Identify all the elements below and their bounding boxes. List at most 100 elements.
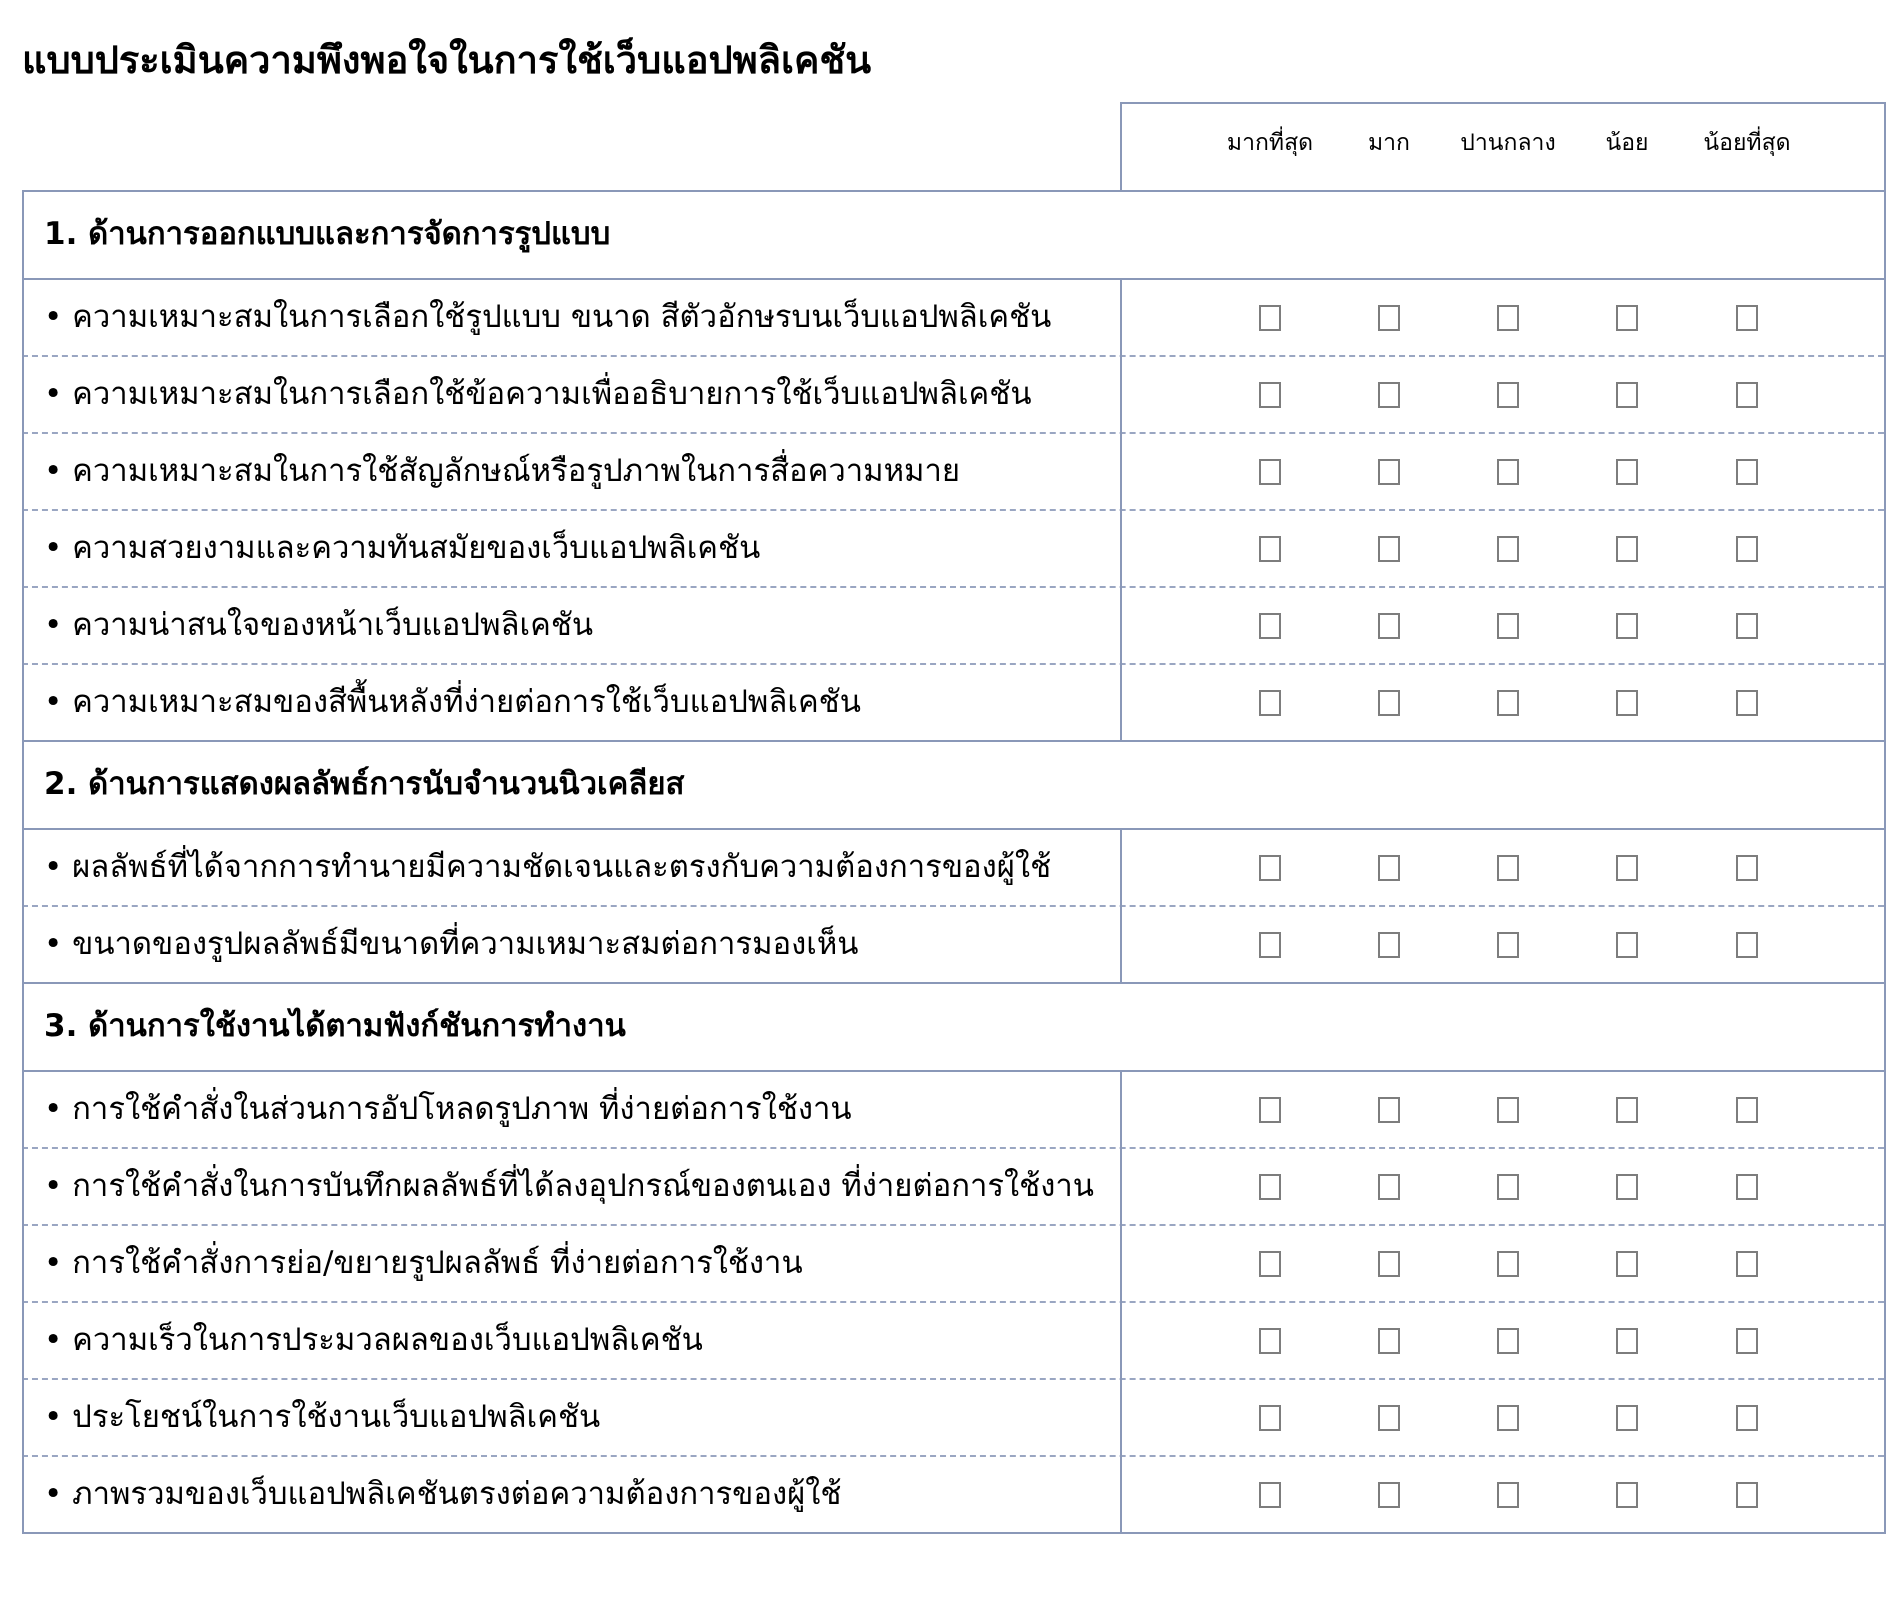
section-border bbox=[22, 278, 1886, 280]
rating-checkbox[interactable] bbox=[1378, 1404, 1400, 1431]
row-divider bbox=[22, 1301, 1884, 1303]
section-border bbox=[22, 1070, 1886, 1072]
column-split-line bbox=[1120, 828, 1122, 982]
rating-checkbox[interactable] bbox=[1378, 304, 1400, 331]
rating-checkbox[interactable] bbox=[1259, 1481, 1281, 1508]
question-label: • ความเหมาะสมในการใช้สัญลักษณ์หรือรูปภาพ… bbox=[44, 452, 961, 489]
rating-checkbox[interactable] bbox=[1378, 535, 1400, 562]
rating-checkbox[interactable] bbox=[1259, 689, 1281, 716]
table-right-border bbox=[1884, 190, 1886, 1534]
rating-checkbox[interactable] bbox=[1736, 612, 1758, 639]
rating-checkbox[interactable] bbox=[1616, 535, 1638, 562]
row-divider bbox=[22, 1378, 1884, 1380]
rating-checkbox[interactable] bbox=[1378, 381, 1400, 408]
rating-checkbox[interactable] bbox=[1259, 1173, 1281, 1200]
rating-checkbox[interactable] bbox=[1736, 1173, 1758, 1200]
rating-checkbox[interactable] bbox=[1616, 931, 1638, 958]
table-left-border bbox=[22, 190, 24, 1534]
row-divider bbox=[22, 1455, 1884, 1457]
rating-checkbox[interactable] bbox=[1259, 535, 1281, 562]
rating-checkbox[interactable] bbox=[1259, 304, 1281, 331]
rating-checkbox[interactable] bbox=[1616, 1096, 1638, 1123]
row-divider bbox=[22, 509, 1884, 511]
rating-checkbox[interactable] bbox=[1616, 1250, 1638, 1277]
row-divider bbox=[22, 905, 1884, 907]
rating-checkbox[interactable] bbox=[1497, 1096, 1519, 1123]
rating-checkbox[interactable] bbox=[1616, 1327, 1638, 1354]
rating-checkbox[interactable] bbox=[1736, 689, 1758, 716]
rating-checkbox[interactable] bbox=[1259, 381, 1281, 408]
rating-checkbox[interactable] bbox=[1378, 1481, 1400, 1508]
rating-checkbox[interactable] bbox=[1736, 535, 1758, 562]
column-split-line bbox=[1120, 278, 1122, 740]
question-label: • ความเหมาะสมในการเลือกใช้ข้อความเพื่ออธ… bbox=[44, 375, 1032, 412]
row-divider bbox=[22, 432, 1884, 434]
rating-checkbox[interactable] bbox=[1259, 1327, 1281, 1354]
section-heading: 2. ด้านการแสดงผลลัพธ์การนับจำนวนนิวเคลีย… bbox=[44, 766, 685, 802]
rating-checkbox[interactable] bbox=[1736, 1096, 1758, 1123]
column-split-line bbox=[1120, 1070, 1122, 1532]
rating-checkbox[interactable] bbox=[1378, 458, 1400, 485]
rating-checkbox[interactable] bbox=[1378, 854, 1400, 881]
rating-checkbox[interactable] bbox=[1616, 689, 1638, 716]
rating-checkbox[interactable] bbox=[1259, 1096, 1281, 1123]
rating-checkbox[interactable] bbox=[1497, 1327, 1519, 1354]
rating-table: มากที่สุด มาก ปานกลาง น้อย น้อยที่สุด 1. ด้าน… bbox=[0, 0, 1902, 1622]
rating-checkbox[interactable] bbox=[1497, 1173, 1519, 1200]
question-label: • ขนาดของรูปผลลัพธ์มีขนาดที่ความเหมาะสมต… bbox=[44, 925, 859, 962]
rating-checkbox[interactable] bbox=[1497, 931, 1519, 958]
header-left-border bbox=[1120, 102, 1122, 190]
rating-checkbox[interactable] bbox=[1497, 854, 1519, 881]
rating-checkbox[interactable] bbox=[1736, 304, 1758, 331]
section-heading: 3. ด้านการใช้งานได้ตามฟังก์ชันการทำงาน bbox=[44, 1008, 626, 1044]
rating-checkbox[interactable] bbox=[1259, 1404, 1281, 1431]
rating-checkbox[interactable] bbox=[1378, 1096, 1400, 1123]
rating-checkbox[interactable] bbox=[1616, 381, 1638, 408]
question-label: • ผลลัพธ์ที่ได้จากการทำนายมีความชัดเจนแล… bbox=[44, 848, 1052, 885]
rating-checkbox[interactable] bbox=[1378, 689, 1400, 716]
rating-checkbox[interactable] bbox=[1378, 1250, 1400, 1277]
row-divider bbox=[22, 1147, 1884, 1149]
column-header: น้อยที่สุด bbox=[1703, 130, 1791, 156]
rating-checkbox[interactable] bbox=[1736, 854, 1758, 881]
rating-checkbox[interactable] bbox=[1497, 1404, 1519, 1431]
rating-checkbox[interactable] bbox=[1497, 304, 1519, 331]
rating-checkbox[interactable] bbox=[1616, 304, 1638, 331]
question-label: • ความสวยงามและความทันสมัยของเว็บแอปพลิเ… bbox=[44, 529, 761, 566]
rating-checkbox[interactable] bbox=[1736, 1327, 1758, 1354]
rating-checkbox[interactable] bbox=[1378, 931, 1400, 958]
section-bottom-border bbox=[22, 982, 1886, 984]
rating-checkbox[interactable] bbox=[1378, 612, 1400, 639]
rating-checkbox[interactable] bbox=[1736, 381, 1758, 408]
rating-checkbox[interactable] bbox=[1736, 931, 1758, 958]
rating-checkbox[interactable] bbox=[1259, 931, 1281, 958]
rating-checkbox[interactable] bbox=[1616, 1173, 1638, 1200]
rating-checkbox[interactable] bbox=[1259, 1250, 1281, 1277]
question-label: • การใช้คำสั่งในการบันทึกผลลัพธ์ที่ได้ลง… bbox=[44, 1167, 1094, 1204]
rating-checkbox[interactable] bbox=[1497, 1250, 1519, 1277]
rating-checkbox[interactable] bbox=[1497, 612, 1519, 639]
rating-checkbox[interactable] bbox=[1736, 1250, 1758, 1277]
section-border bbox=[22, 828, 1886, 830]
rating-checkbox[interactable] bbox=[1616, 1481, 1638, 1508]
rating-checkbox[interactable] bbox=[1378, 1173, 1400, 1200]
rating-checkbox[interactable] bbox=[1736, 1404, 1758, 1431]
section-heading: 1. ด้านการออกแบบและการจัดการรูปแบบ bbox=[44, 216, 611, 252]
rating-checkbox[interactable] bbox=[1736, 1481, 1758, 1508]
rating-checkbox[interactable] bbox=[1497, 381, 1519, 408]
rating-checkbox[interactable] bbox=[1616, 612, 1638, 639]
rating-checkbox[interactable] bbox=[1616, 854, 1638, 881]
rating-checkbox[interactable] bbox=[1497, 1481, 1519, 1508]
rating-checkbox[interactable] bbox=[1616, 458, 1638, 485]
rating-checkbox[interactable] bbox=[1259, 612, 1281, 639]
rating-checkbox[interactable] bbox=[1497, 535, 1519, 562]
rating-checkbox[interactable] bbox=[1378, 1327, 1400, 1354]
rating-checkbox[interactable] bbox=[1497, 689, 1519, 716]
rating-checkbox[interactable] bbox=[1497, 458, 1519, 485]
rating-checkbox[interactable] bbox=[1259, 854, 1281, 881]
rating-checkbox[interactable] bbox=[1736, 458, 1758, 485]
rating-checkbox[interactable] bbox=[1259, 458, 1281, 485]
rating-checkbox[interactable] bbox=[1616, 1404, 1638, 1431]
question-label: • ความน่าสนใจของหน้าเว็บแอปพลิเคชัน bbox=[44, 606, 594, 643]
question-label: • ความเหมาะสมของสีพื้นหลังที่ง่ายต่อการใ… bbox=[44, 683, 861, 720]
